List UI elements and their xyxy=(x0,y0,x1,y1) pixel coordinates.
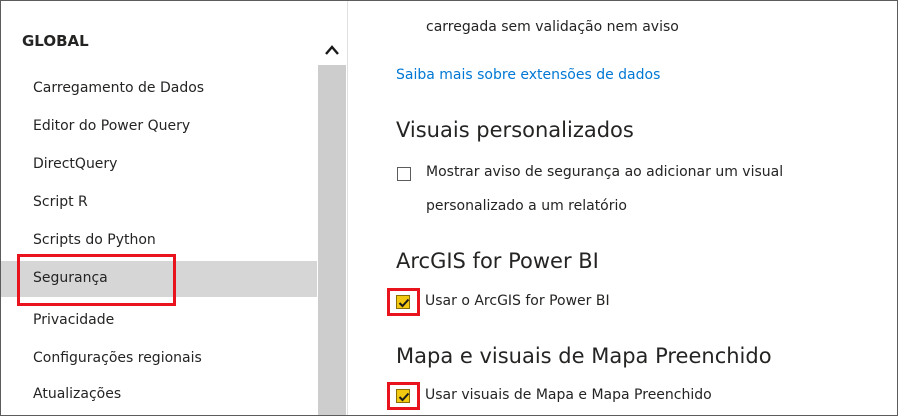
sidebar-item-carregamento-de-dados[interactable]: Carregamento de Dados xyxy=(1,71,317,107)
arcgis-heading: ArcGIS for Power BI xyxy=(396,249,599,273)
sidebar-item-atualizacoes[interactable]: Atualizações xyxy=(1,377,317,413)
security-settings-pane: carregada sem validação nem aviso Saiba … xyxy=(348,1,897,415)
checkmark-icon xyxy=(398,392,410,402)
map-visuals-checkbox[interactable] xyxy=(396,389,410,403)
arcgis-checkbox-label: Usar o ArcGIS for Power BI xyxy=(425,293,610,309)
sidebar-item-label: Editor do Power Query xyxy=(33,118,191,134)
learn-more-link[interactable]: Saiba mais sobre extensões de dados xyxy=(396,67,660,83)
sidebar-item-label: DirectQuery xyxy=(33,156,118,172)
sidebar-item-label: Carregamento de Dados xyxy=(33,80,205,96)
custom-visuals-heading: Visuais personalizados xyxy=(396,118,634,142)
options-sidebar: GLOBAL Carregamento de Dados Editor do P… xyxy=(1,1,317,415)
custom-visuals-warning-label-cont: personalizado a um relatório xyxy=(426,198,627,214)
map-visuals-heading: Mapa e visuais de Mapa Preenchido xyxy=(396,344,772,368)
sidebar-item-label: Atualizações xyxy=(33,386,122,402)
checkmark-icon xyxy=(398,298,410,308)
sidebar-item-script-r[interactable]: Script R xyxy=(1,185,317,221)
sidebar-item-configuracoes-regionais[interactable]: Configurações regionais xyxy=(1,341,317,377)
scrollbar-thumb[interactable] xyxy=(318,65,346,415)
sidebar-item-label: Privacidade xyxy=(33,312,115,328)
custom-visuals-warning-checkbox[interactable] xyxy=(397,167,411,181)
sidebar-item-directquery[interactable]: DirectQuery xyxy=(1,147,317,183)
custom-visuals-warning-label: Mostrar aviso de segurança ao adicionar … xyxy=(426,164,784,180)
previous-option-text: carregada sem validação nem aviso xyxy=(426,19,679,35)
map-visuals-checkbox-label: Usar visuais de Mapa e Mapa Preenchido xyxy=(425,387,712,403)
sidebar-scrollbar[interactable] xyxy=(317,1,347,415)
sidebar-item-privacidade[interactable]: Privacidade xyxy=(1,303,317,339)
sidebar-item-editor-power-query[interactable]: Editor do Power Query xyxy=(1,109,317,145)
options-window: GLOBAL Carregamento de Dados Editor do P… xyxy=(0,0,898,416)
arcgis-checkbox[interactable] xyxy=(396,295,410,309)
sidebar-section-title: GLOBAL xyxy=(22,32,89,50)
sidebar-item-label: Script R xyxy=(33,194,88,210)
scroll-up-button[interactable] xyxy=(317,37,347,63)
sidebar-item-label: Configurações regionais xyxy=(33,350,202,366)
chevron-up-icon xyxy=(325,45,339,55)
sidebar-item-label: Scripts do Python xyxy=(33,232,156,248)
highlight-box-seguranca xyxy=(17,254,176,306)
